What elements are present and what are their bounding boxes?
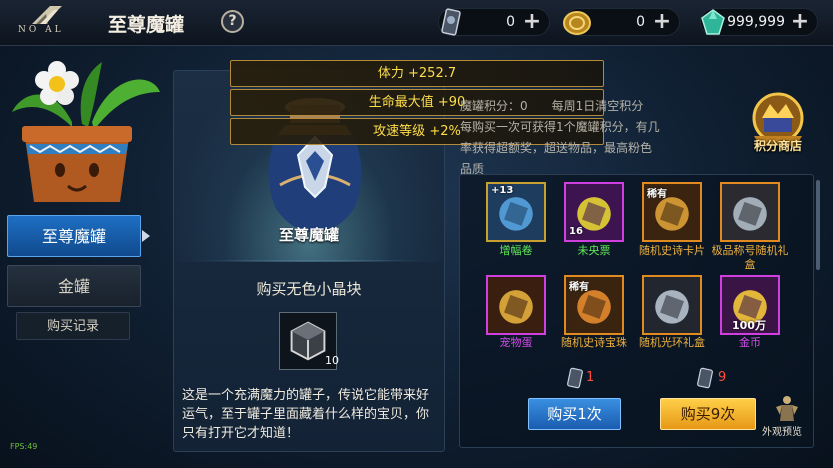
add-gem-button[interactable]: +	[789, 11, 811, 34]
purchase-record-button[interactable]: 购买记录	[16, 312, 130, 340]
reward-item-slot[interactable]: +13	[486, 182, 546, 242]
cost-single: 1	[586, 370, 595, 385]
ticket-icon	[567, 367, 583, 389]
ticket-count: 0	[506, 14, 515, 30]
reward-item-slot[interactable]: 稀有	[642, 182, 702, 242]
reward-badge: +13	[491, 185, 514, 196]
help-button[interactable]: ?	[221, 10, 244, 33]
currency-gem: 999,999 +	[700, 8, 818, 36]
reward-item-label: 随机史诗卡片	[639, 244, 705, 257]
emerald-gem-icon	[701, 9, 725, 35]
add-ticket-button[interactable]: +	[521, 11, 543, 34]
magic-jar-icon[interactable]	[240, 95, 390, 235]
stat-label: 攻速等级	[373, 124, 426, 139]
reward-item-slot[interactable]: 稀有	[564, 275, 624, 335]
reward-badge: 16	[569, 226, 583, 237]
reward-item-slot[interactable]	[642, 275, 702, 335]
appearance-preview-icon[interactable]	[772, 393, 802, 423]
points-label: 魔罐积分：	[460, 99, 521, 113]
game-logo-icon	[32, 6, 62, 24]
crystal-count: 10	[325, 354, 339, 367]
stat-label: 生命最大值	[368, 95, 434, 110]
ticket-icon	[697, 367, 713, 389]
cost-nine: 9	[718, 370, 727, 385]
stat-label: 体力	[377, 66, 404, 81]
page-title: 至尊魔罐	[108, 14, 185, 36]
buy-crystal-label: 购买无色小晶块	[256, 280, 362, 298]
stat-value: +2%	[429, 124, 461, 139]
info-line-3: 率获得超额奖，超送物品，最高粉色	[460, 141, 653, 155]
reward-item-label: 宠物蛋	[499, 336, 533, 349]
buy-once-button[interactable]: 购买1次	[528, 398, 621, 430]
points-line: 魔罐积分：0 每周1日清空积分	[460, 96, 718, 117]
currency-ticket: 0 +	[438, 8, 550, 36]
appearance-preview-label[interactable]: 外观预览	[762, 423, 802, 438]
stat-stamina: 体力 +252.7	[230, 60, 604, 87]
jar-name: 至尊魔罐	[278, 226, 339, 244]
reward-item-label: 未央票	[577, 244, 611, 257]
reward-item-label: 增幅卷	[499, 244, 533, 257]
fps-counter: FPS:49	[10, 442, 38, 451]
tab-supreme-jar[interactable]: 至尊魔罐	[7, 215, 141, 257]
reward-item-icon	[644, 277, 700, 333]
reward-item-slot[interactable]: 100万	[720, 275, 780, 335]
reward-item-icon	[488, 277, 544, 333]
reward-item-label: 金币	[739, 336, 761, 349]
reward-item-label: 随机史诗宝珠	[561, 336, 627, 349]
scrollbar[interactable]	[816, 180, 820, 270]
stat-value: +252.7	[408, 66, 457, 81]
tab-pointer-icon	[142, 230, 150, 242]
points-value: 0	[520, 99, 528, 113]
gold-count: 0	[636, 14, 645, 30]
top-bar: NO AL 至尊魔罐 ? 0 + 0 + 999,999 +	[0, 0, 833, 46]
flowerpot-mascot-icon	[12, 61, 160, 202]
divider	[200, 260, 420, 261]
add-gold-button[interactable]: +	[651, 11, 673, 34]
reward-item-slot[interactable]	[486, 275, 546, 335]
reward-badge: 稀有	[647, 189, 667, 200]
reward-item-icon	[722, 184, 778, 240]
jar-points-info: 魔罐积分：0 每周1日清空积分 每购买一次可获得1个魔罐积分，有几 率获得超额奖，…	[460, 96, 718, 180]
gold-coin-icon	[563, 11, 591, 35]
reward-item-label: 极品称号随机礼盒	[711, 244, 789, 271]
reset-note: 每周1日清空积分	[551, 99, 644, 113]
logo-text: NO AL	[18, 25, 64, 35]
currency-gold: 0 +	[563, 8, 680, 36]
reward-badge: 100万	[732, 319, 766, 332]
reward-item-slot[interactable]	[720, 182, 780, 242]
ticket-icon	[441, 8, 461, 36]
buy-nine-button[interactable]: 购买9次	[660, 398, 756, 430]
reward-item-slot[interactable]: 16	[564, 182, 624, 242]
jar-description: 这是一个充满魔力的罐子，传说它能带来好运气，至于罐子里面藏着什么样的宝贝，你只有…	[182, 388, 430, 441]
gem-count: 999,999	[727, 14, 785, 30]
points-shop-label[interactable]: 积分商店	[740, 137, 816, 154]
reward-item-label: 随机光环礼盒	[639, 336, 705, 349]
tab-gold-jar[interactable]: 金罐	[7, 265, 141, 307]
info-line-2: 每购买一次可获得1个魔罐积分，有几	[460, 120, 660, 134]
reward-badge: 稀有	[569, 282, 589, 293]
